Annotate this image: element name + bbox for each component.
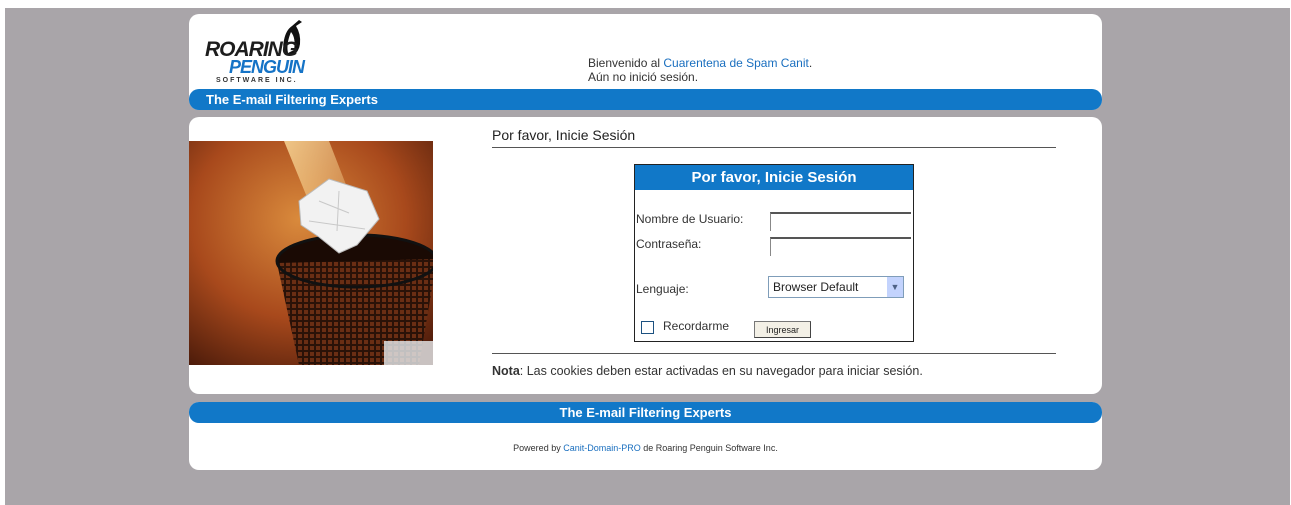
language-select-value: Browser Default — [773, 280, 859, 294]
username-input[interactable] — [770, 212, 911, 231]
powered-prefix: Powered by — [513, 443, 564, 453]
header: ROARING PENGUIN SOFTWARE INC. Bienvenido… — [189, 14, 1102, 110]
welcome-suffix: . — [808, 56, 813, 70]
powered-by: Powered by Canit-Domain-PRO de Roaring P… — [189, 443, 1102, 453]
roaring-penguin-logo: ROARING PENGUIN SOFTWARE INC. — [205, 20, 315, 90]
footer-tagline: The E-mail Filtering Experts — [559, 405, 732, 420]
login-form: Por favor, Inicie Sesión Nombre de Usuar… — [634, 164, 914, 342]
divider — [492, 353, 1056, 354]
login-submit-button[interactable]: Ingresar — [754, 321, 811, 338]
welcome-prefix: Bienvenido al — [588, 56, 664, 70]
trash-can-image — [189, 141, 433, 365]
note-label: Nota — [492, 364, 520, 378]
quarantine-link[interactable]: Cuarentena de Spam Canit — [663, 56, 808, 70]
remember-me-label[interactable]: Recordarme — [663, 319, 729, 333]
logo-text-penguin: PENGUIN — [229, 57, 305, 77]
page-title: Por favor, Inicie Sesión — [492, 127, 636, 143]
main-content: Por favor, Inicie Sesión Por favor, Inic… — [189, 117, 1102, 394]
remember-me-checkbox[interactable] — [641, 321, 654, 334]
login-form-heading: Por favor, Inicie Sesión — [635, 165, 913, 190]
welcome-message: Bienvenido al Cuarentena de Spam Canit. … — [588, 56, 812, 84]
footer: The E-mail Filtering Experts Powered by … — [189, 402, 1102, 470]
language-select[interactable]: Browser Default ▼ — [768, 276, 904, 298]
password-input[interactable] — [770, 237, 911, 256]
divider — [492, 147, 1056, 148]
powered-suffix: de Roaring Penguin Software Inc. — [640, 443, 778, 453]
language-label: Lenguaje: — [636, 282, 689, 296]
logo-text-software: SOFTWARE INC. — [216, 77, 298, 84]
header-tagline: The E-mail Filtering Experts — [206, 92, 378, 107]
chevron-down-icon[interactable]: ▼ — [887, 277, 903, 297]
footer-tagline-bar: The E-mail Filtering Experts — [189, 402, 1102, 423]
note-text: : Las cookies deben estar activadas en s… — [519, 364, 923, 378]
product-link[interactable]: Canit-Domain-PRO — [563, 443, 641, 453]
password-label: Contraseña: — [636, 237, 702, 251]
cookie-note: Nota: Las cookies deben estar activadas … — [492, 364, 923, 378]
login-status: Aún no inició sesión. — [588, 70, 699, 84]
username-label: Nombre de Usuario: — [636, 212, 744, 226]
header-tagline-bar: The E-mail Filtering Experts — [189, 89, 1102, 110]
